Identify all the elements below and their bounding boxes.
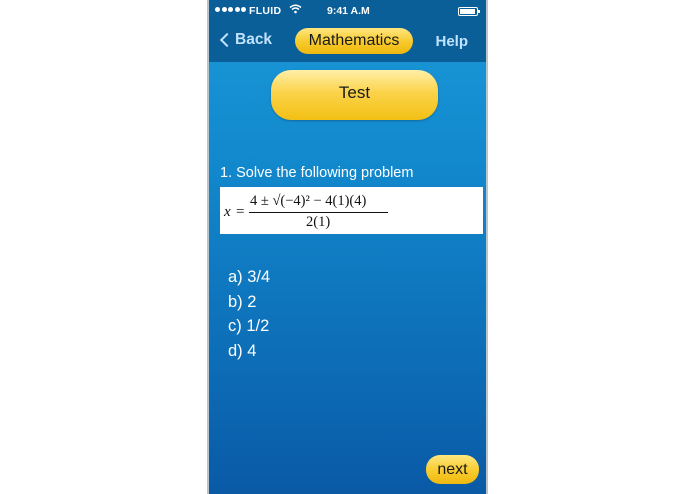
option-a[interactable]: a) 3/4 [228,265,270,290]
help-button[interactable]: Help [435,33,468,50]
option-b[interactable]: b) 2 [228,290,270,315]
test-button[interactable]: Test [271,70,438,120]
nav-title: Mathematics [295,28,413,54]
next-button[interactable]: next [426,455,479,484]
chevron-left-icon [219,32,235,48]
back-button-label: Back [235,31,273,48]
option-c[interactable]: c) 1/2 [228,314,270,339]
top-bar: FLUID 9:41 A.M Back Mathematics Help [209,0,486,62]
formula-image: x = 4 ± √(−4)² − 4(1)(4) 2(1) [220,187,483,234]
carrier-name: FLUID [249,5,282,17]
fraction-bar [249,212,388,213]
status-bar: FLUID 9:41 A.M [209,4,486,20]
formula-denominator: 2(1) [306,214,331,230]
battery-icon [458,7,480,16]
option-d[interactable]: d) 4 [228,339,270,364]
back-button[interactable]: Back [219,31,272,49]
formula-numerator: 4 ± √(−4)² − 4(1)(4) [250,193,367,209]
answer-options: a) 3/4 b) 2 c) 1/2 d) 4 [228,265,270,363]
status-time: 9:41 A.M [327,5,370,17]
formula-variable: x [224,204,231,220]
phone-screen: FLUID 9:41 A.M Back Mathematics Help Tes… [207,0,488,494]
formula-equals: = [236,204,245,220]
question-text: 1. Solve the following problem [220,165,414,181]
signal-strength-icon [215,7,246,12]
wifi-icon [289,4,302,17]
